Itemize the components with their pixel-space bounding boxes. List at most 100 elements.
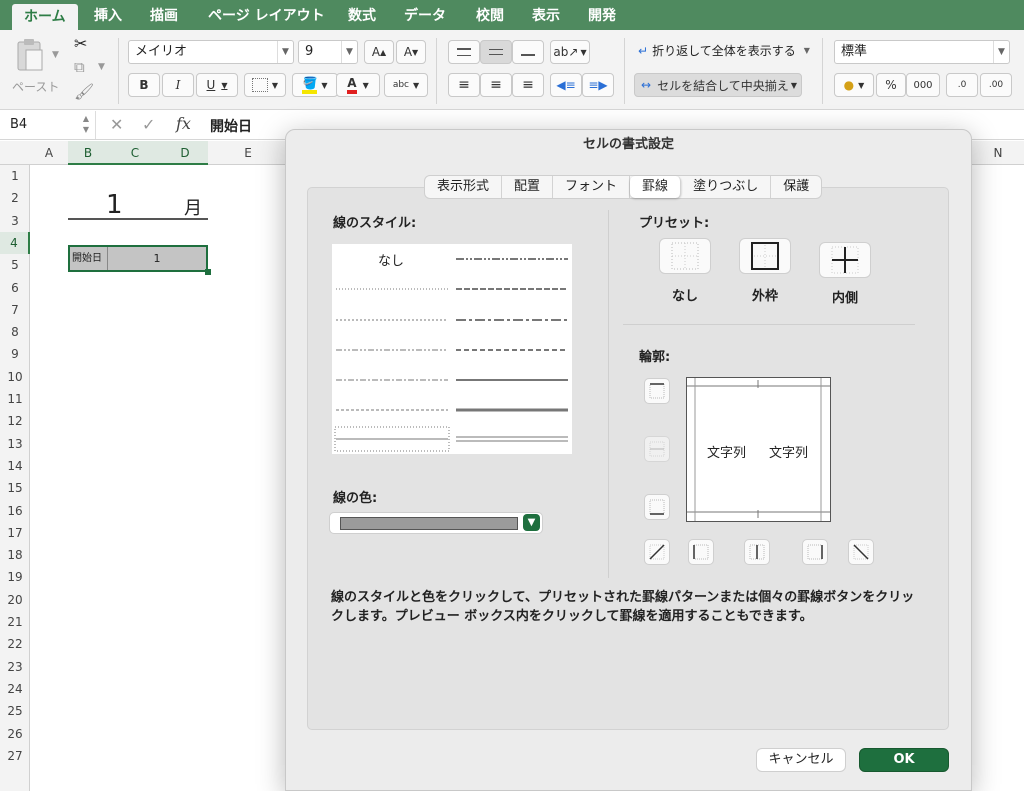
column-header-d[interactable]: D [162, 141, 208, 165]
tab-fill[interactable]: 塗りつぶし [681, 176, 772, 198]
column-header-n[interactable]: N [972, 141, 1024, 165]
insert-function-icon[interactable]: fx [176, 114, 191, 133]
tab-alignment[interactable]: 配置 [502, 176, 554, 198]
currency-button[interactable]: ● ▼ [834, 73, 874, 97]
font-color-button[interactable]: A ▼ [336, 73, 380, 97]
tab-home[interactable]: ホーム [12, 4, 78, 30]
column-header-c[interactable]: C [108, 141, 162, 165]
row-header-14[interactable]: 14 [0, 455, 30, 477]
row-header-26[interactable]: 26 [0, 723, 30, 745]
italic-button[interactable]: I [162, 73, 194, 97]
paste-dropdown-icon[interactable]: ▼ [52, 50, 59, 60]
row-header-6[interactable]: 6 [0, 277, 30, 299]
tab-border[interactable]: 罫線 [630, 176, 682, 198]
align-middle-button[interactable] [480, 40, 512, 64]
cancel-edit-icon[interactable]: ✕ [110, 115, 123, 134]
name-box[interactable]: B4 ▲ ▼ [0, 111, 96, 139]
month-cell[interactable]: 1 月 [68, 190, 208, 220]
border-top-button[interactable] [644, 378, 670, 404]
font-name-select[interactable]: メイリオ ▼ [128, 40, 294, 64]
row-header-23[interactable]: 23 [0, 656, 30, 678]
border-diagonal-down-button[interactable] [848, 539, 874, 565]
row-header-12[interactable]: 12 [0, 410, 30, 432]
fill-color-button[interactable]: 🪣 ▼ [292, 73, 338, 97]
row-header-13[interactable]: 13 [0, 433, 30, 455]
copy-dropdown-icon[interactable]: ▼ [98, 62, 105, 72]
align-center-button[interactable]: ≡ [480, 73, 512, 97]
tab-developer[interactable]: 開発 [576, 0, 628, 30]
row-header-20[interactable]: 20 [0, 589, 30, 611]
row-header-8[interactable]: 8 [0, 321, 30, 343]
align-top-button[interactable] [448, 40, 480, 64]
border-left-button[interactable] [688, 539, 714, 565]
tab-font[interactable]: フォント [553, 176, 631, 198]
copy-icon[interactable]: ⧉ [74, 58, 85, 76]
row-header-2[interactable]: 2 [0, 187, 30, 209]
preset-none-button[interactable] [659, 238, 711, 274]
row-header-15[interactable]: 15 [0, 477, 30, 499]
comma-button[interactable]: 000 [906, 73, 940, 97]
row-header-18[interactable]: 18 [0, 544, 30, 566]
row-header-10[interactable]: 10 [0, 366, 30, 388]
borders-button[interactable]: ▼ [244, 73, 286, 97]
row-header-22[interactable]: 22 [0, 633, 30, 655]
column-header-e[interactable]: E [208, 141, 288, 165]
tab-formulas[interactable]: 数式 [336, 0, 388, 30]
line-style-none[interactable]: なし [378, 250, 404, 269]
align-bottom-button[interactable] [512, 40, 544, 64]
increase-font-button[interactable]: A ▲ [364, 40, 394, 64]
column-header-a[interactable]: A [30, 141, 68, 165]
row-header-9[interactable]: 9 [0, 343, 30, 365]
line-color-picker[interactable]: ▼ [329, 512, 543, 534]
wrap-text-button[interactable]: ↵ 折り返して全体を表示する ▼ [638, 42, 810, 59]
scissors-icon[interactable]: ✂ [74, 34, 87, 53]
decrease-font-button[interactable]: A ▼ [396, 40, 426, 64]
fill-handle[interactable] [205, 269, 211, 275]
border-middle-button[interactable] [644, 436, 670, 462]
phonetic-button[interactable]: abc ▼ [384, 73, 428, 97]
tab-draw[interactable]: 描画 [138, 0, 190, 30]
row-header-27[interactable]: 27 [0, 745, 30, 767]
confirm-edit-icon[interactable]: ✓ [142, 115, 155, 134]
number-format-select[interactable]: 標準 ▼ [834, 40, 1010, 64]
formula-content[interactable]: 開始日 [210, 116, 252, 136]
tab-view[interactable]: 表示 [520, 0, 572, 30]
underline-button[interactable]: U ▼ [196, 73, 238, 97]
paste-icon[interactable] [14, 38, 48, 74]
decrease-decimal-button[interactable]: .00 [980, 73, 1012, 97]
preset-outline-button[interactable] [739, 238, 791, 274]
percent-button[interactable]: % [876, 73, 906, 97]
row-header-7[interactable]: 7 [0, 299, 30, 321]
row-header-5[interactable]: 5 [0, 254, 30, 276]
row-header-16[interactable]: 16 [0, 500, 30, 522]
font-size-select[interactable]: 9 ▼ [298, 40, 358, 64]
increase-decimal-button[interactable]: .0 [946, 73, 978, 97]
column-header-b[interactable]: B [68, 141, 108, 165]
border-center-button[interactable] [744, 539, 770, 565]
align-right-button[interactable]: ≡ [512, 73, 544, 97]
tab-number[interactable]: 表示形式 [425, 176, 503, 198]
preset-inside-button[interactable] [819, 242, 871, 278]
merge-center-button[interactable]: ↔ セルを結合して中央揃え ▼ [634, 73, 802, 97]
line-style-list[interactable]: なし [332, 244, 572, 454]
format-painter-icon[interactable]: 🖌 [74, 82, 94, 101]
border-bottom-button[interactable] [644, 494, 670, 520]
border-right-button[interactable] [802, 539, 828, 565]
align-left-button[interactable]: ≡ [448, 73, 480, 97]
row-header-25[interactable]: 25 [0, 700, 30, 722]
row-header-3[interactable]: 3 [0, 210, 30, 232]
ok-button[interactable]: OK [859, 748, 949, 772]
border-diagonal-up-button[interactable] [644, 539, 670, 565]
row-header-24[interactable]: 24 [0, 678, 30, 700]
border-preview[interactable]: 文字列 文字列 [686, 377, 831, 522]
tab-protection[interactable]: 保護 [771, 176, 821, 198]
increase-indent-button[interactable]: ≡▶ [582, 73, 614, 97]
tab-page-layout[interactable]: ページ レイアウト [196, 0, 337, 30]
tab-data[interactable]: データ [392, 0, 458, 30]
tab-review[interactable]: 校閲 [464, 0, 516, 30]
cancel-button[interactable]: キャンセル [756, 748, 846, 772]
decrease-indent-button[interactable]: ◀≡ [550, 73, 582, 97]
row-header-1[interactable]: 1 [0, 165, 30, 187]
row-header-19[interactable]: 19 [0, 566, 30, 588]
row-header-4[interactable]: 4 [0, 231, 30, 254]
